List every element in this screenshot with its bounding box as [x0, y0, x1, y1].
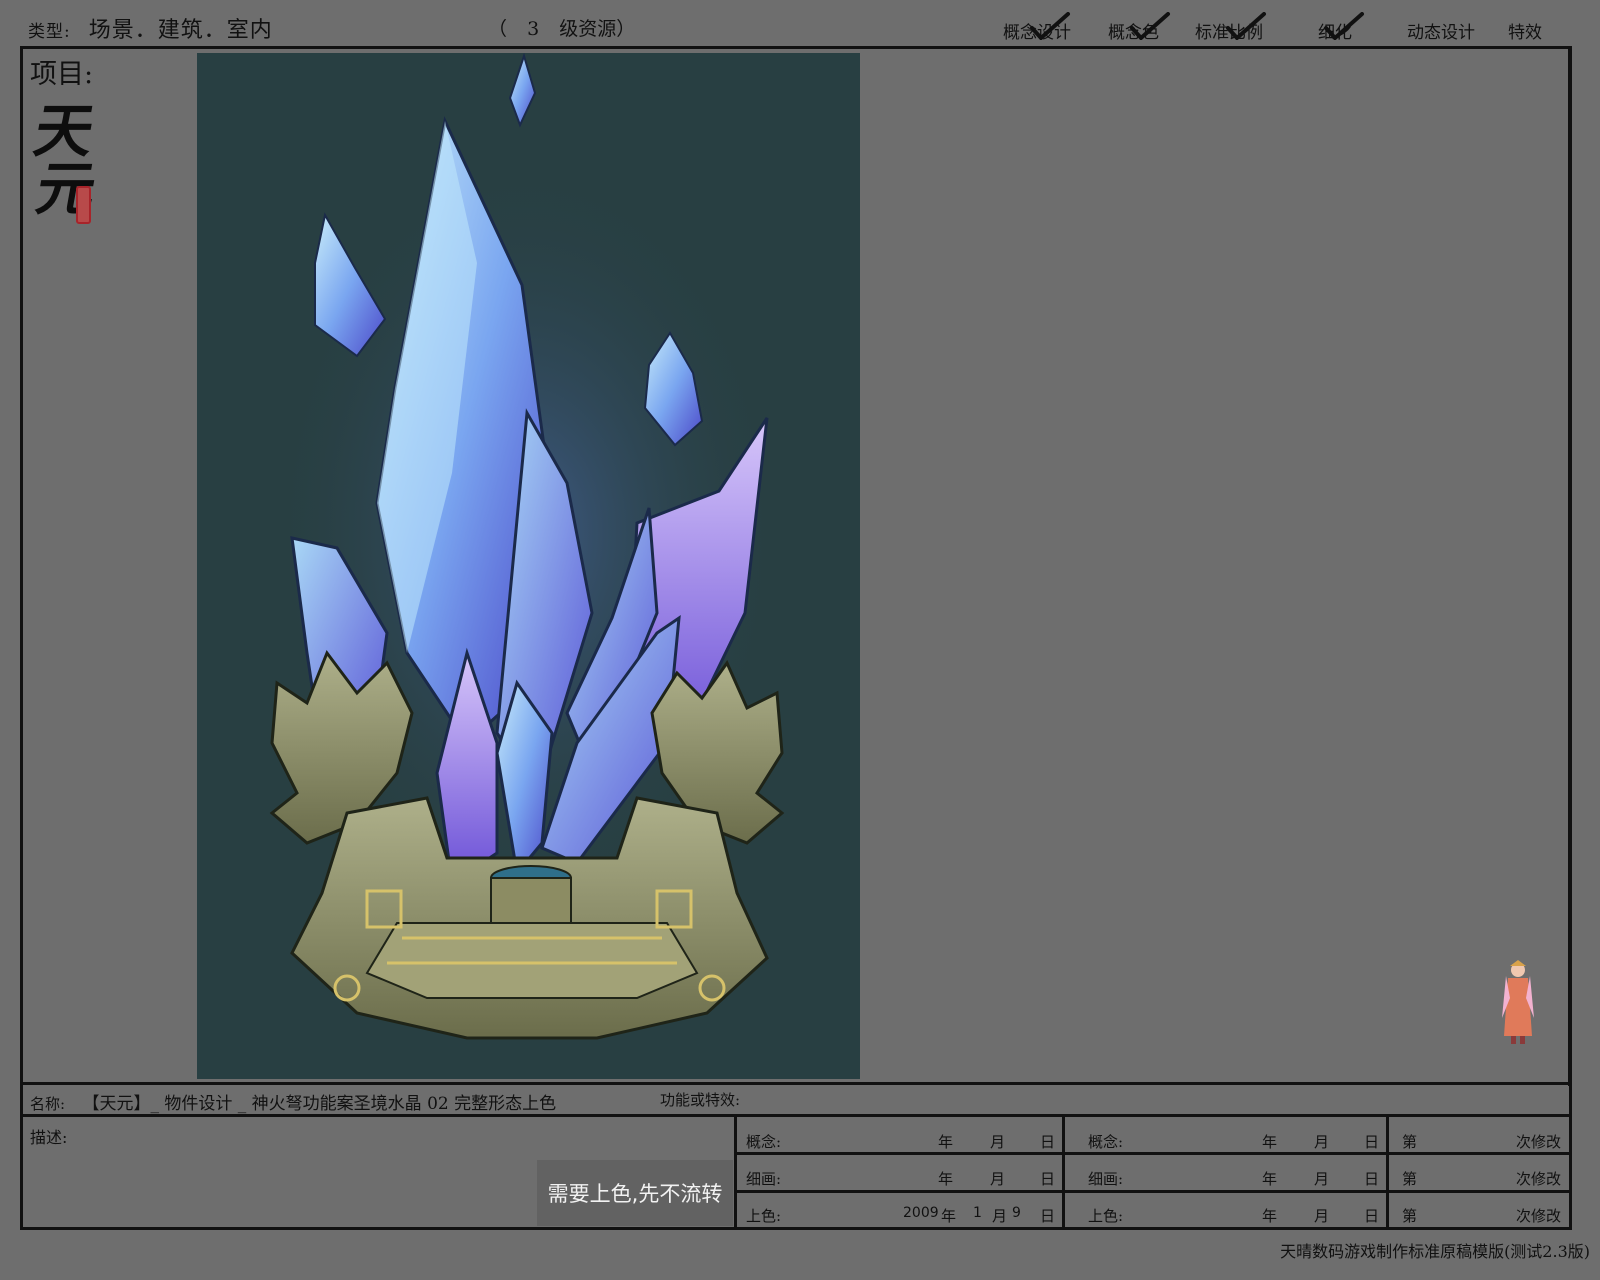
divider: [734, 1116, 737, 1230]
type-value: 场景．建筑．室内: [88, 18, 273, 43]
checkmark-icon: [1030, 12, 1070, 40]
concept-artwork: [197, 53, 860, 1079]
revision-1-prefix: 第: [1402, 1133, 1418, 1151]
revision-1-suffix: 次修改: [1516, 1133, 1562, 1151]
status-note: 需要上色,先不流转: [537, 1160, 733, 1226]
stage-motion-design: 动态设计: [1407, 18, 1475, 43]
col1-color-month-unit: 月: [992, 1207, 1008, 1225]
stage-label: 特效: [1508, 23, 1542, 43]
col1-sketch-month-unit: 月: [990, 1170, 1006, 1188]
resource-level: （ 3 级资源）: [488, 14, 635, 41]
col2-sketch-month-unit: 月: [1314, 1170, 1330, 1188]
description-label: 描述:: [30, 1128, 68, 1147]
type-label: 类型:: [28, 22, 71, 42]
revision-2-suffix: 次修改: [1516, 1170, 1562, 1188]
stage-effects: 特效: [1508, 18, 1542, 43]
divider: [1062, 1116, 1065, 1230]
divider: [734, 1190, 1572, 1193]
divider: [734, 1152, 1572, 1155]
function-label: 功能或特效:: [660, 1091, 741, 1109]
col2-color-month-unit: 月: [1314, 1207, 1330, 1225]
type-line: 类型: 场景．建筑．室内: [28, 12, 273, 44]
col2-concept-month-unit: 月: [1314, 1133, 1330, 1151]
col1-color-year-unit: 年: [941, 1207, 957, 1225]
col1-color-day-unit: 日: [1040, 1207, 1056, 1225]
col1-sketch-year-unit: 年: [938, 1170, 954, 1188]
col2-sketch-label: 细画:: [1088, 1170, 1124, 1188]
col1-concept-month-unit: 月: [990, 1133, 1006, 1151]
crystal-pedestal-illustration: [267, 53, 787, 1040]
col1-sketch-label: 细画:: [746, 1170, 782, 1188]
col2-color-year-unit: 年: [1262, 1207, 1278, 1225]
col2-sketch-day-unit: 日: [1364, 1170, 1380, 1188]
col1-concept-year-unit: 年: [938, 1133, 954, 1151]
col1-color-month: 1: [973, 1205, 982, 1221]
character-figure-image: [1502, 960, 1534, 1044]
col2-concept-label: 概念:: [1088, 1133, 1124, 1151]
name-value: 【天元】_ 物件设计 _ 神火弩功能案圣境水晶 02 完整形态上色: [82, 1094, 557, 1114]
col1-concept-day-unit: 日: [1040, 1133, 1056, 1151]
level-open: （: [488, 18, 508, 40]
checkmark-icon: [1324, 12, 1364, 40]
divider: [20, 1082, 1572, 1085]
revision-3-suffix: 次修改: [1516, 1207, 1562, 1225]
name-field: 名称: 【天元】_ 物件设计 _ 神火弩功能案圣境水晶 02 完整形态上色: [30, 1089, 556, 1114]
name-label: 名称:: [30, 1095, 66, 1113]
col1-color-label: 上色:: [746, 1207, 782, 1225]
col2-sketch-year-unit: 年: [1262, 1170, 1278, 1188]
col1-color-day: 9: [1012, 1205, 1021, 1221]
template-footer: 天晴数码游戏制作标准原稿模版(测试2.3版): [1280, 1242, 1590, 1261]
red-seal-stamp: [76, 186, 91, 224]
checkmark-icon: [1130, 12, 1170, 40]
col1-color-year: 2009: [903, 1205, 939, 1221]
col1-sketch-day-unit: 日: [1040, 1170, 1056, 1188]
col2-concept-day-unit: 日: [1364, 1133, 1380, 1151]
checkmark-icon: [1226, 12, 1266, 40]
divider: [20, 1114, 1572, 1117]
level-text: 级资源）: [559, 18, 636, 40]
col2-concept-year-unit: 年: [1262, 1133, 1278, 1151]
divider: [1386, 1116, 1389, 1230]
stage-label: 动态设计: [1407, 23, 1475, 43]
col1-concept-label: 概念:: [746, 1133, 782, 1151]
level-number: 3: [527, 18, 540, 40]
revision-2-prefix: 第: [1402, 1170, 1418, 1188]
revision-3-prefix: 第: [1402, 1207, 1418, 1225]
col2-color-day-unit: 日: [1364, 1207, 1380, 1225]
divider: [1568, 46, 1571, 1086]
col2-color-label: 上色:: [1088, 1207, 1124, 1225]
